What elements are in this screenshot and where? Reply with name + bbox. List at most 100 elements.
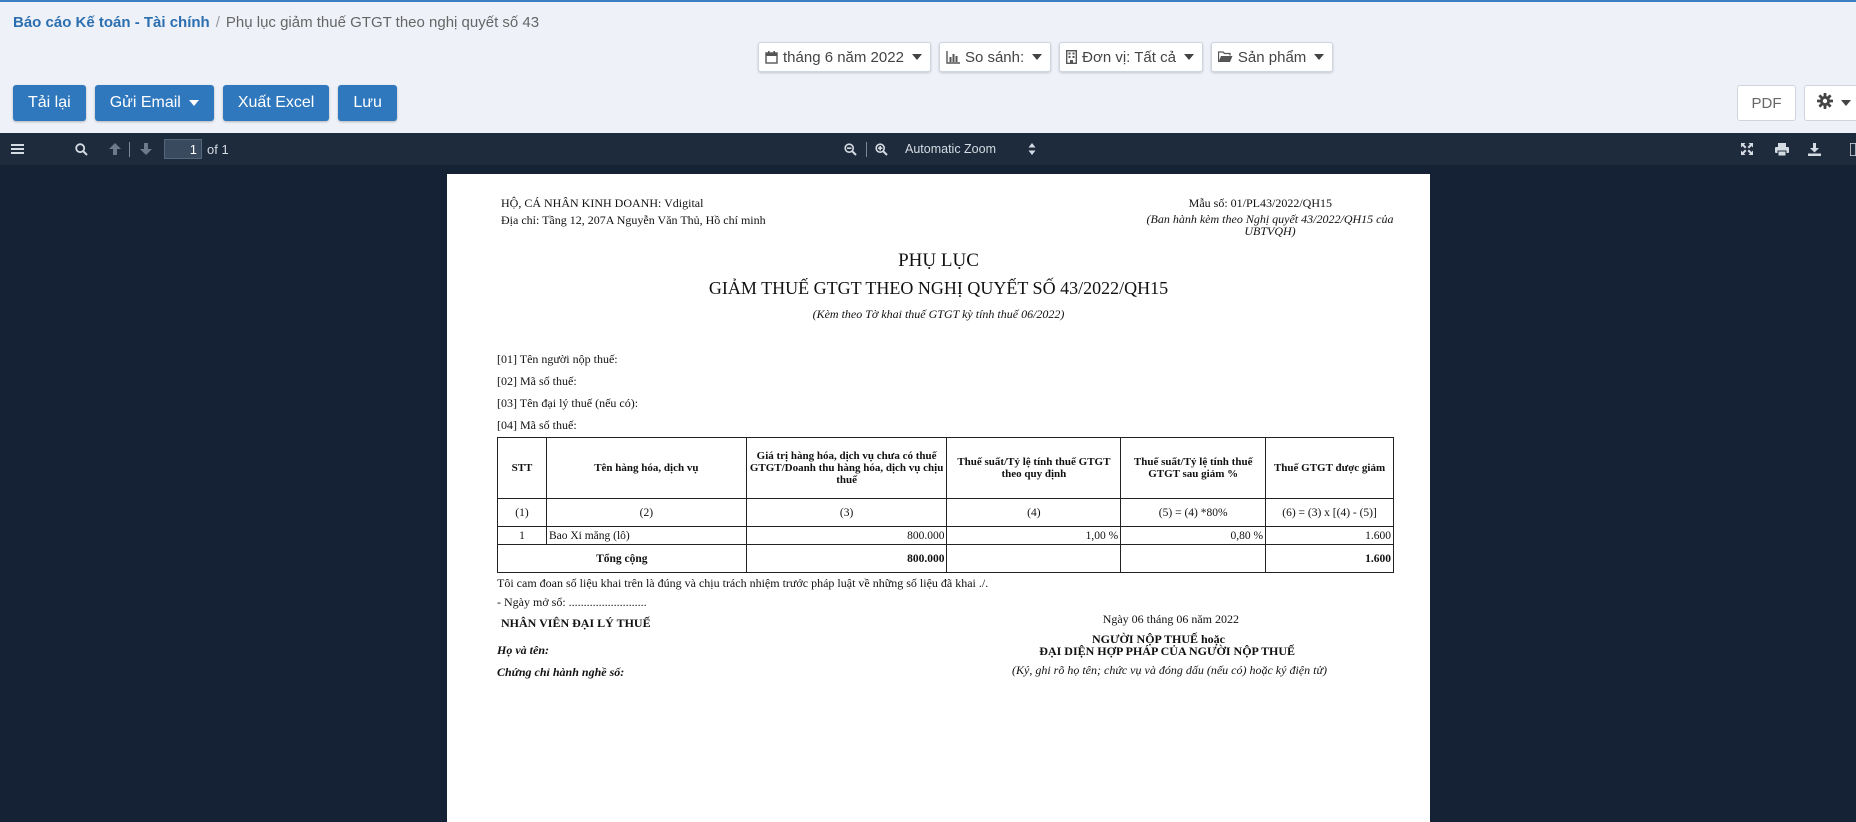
zoom-out-icon[interactable] bbox=[844, 133, 857, 165]
document-title-note: (Kèm theo Tờ khai thuế GTGT kỳ tính thuế… bbox=[812, 307, 1065, 321]
total-empty-cell bbox=[946, 544, 1122, 573]
field-tax-agent-name: [03] Tên đại lý thuế (nếu có): bbox=[497, 396, 639, 410]
document-form-note: (Ban hành kèm theo Nghị quyết 43/2022/QH… bbox=[1146, 212, 1394, 238]
settings-dropdown-button[interactable] bbox=[1804, 85, 1856, 121]
unit-filter[interactable]: Đơn vị: Tất cả bbox=[1059, 42, 1203, 72]
document-form-number: Mẫu số: 01/PL43/2022/QH15 bbox=[1188, 196, 1332, 210]
column-number-cell: (5) = (4) *80% bbox=[1120, 498, 1267, 527]
chevron-down-icon bbox=[1183, 54, 1194, 60]
presentation-mode-icon[interactable] bbox=[1741, 133, 1753, 165]
tax-reduction-table: STT Tên hàng hóa, dịch vụ Giá trị hàng h… bbox=[497, 437, 1394, 573]
column-number-cell: (3) bbox=[745, 498, 948, 527]
tools-menu-icon[interactable] bbox=[1850, 133, 1856, 165]
unit-filter-label: Đơn vị: Tất cả bbox=[1082, 48, 1176, 66]
taxpayer-title-line2: ĐẠI DIỆN HỢP PHÁP CỦA NGƯỜI NỘP THUẾ bbox=[1039, 644, 1295, 658]
select-arrows-icon bbox=[1028, 143, 1036, 155]
zoom-select-label: Automatic Zoom bbox=[905, 142, 997, 156]
table-header-row: STT Tên hàng hóa, dịch vụ Giá trị hàng h… bbox=[497, 437, 1394, 499]
open-date-line: - Ngày mở sổ: .......................... bbox=[497, 595, 647, 609]
table-header-cell: Tên hàng hóa, dịch vụ bbox=[545, 437, 747, 499]
field-agent-tax-code: [04] Mã số thuế: bbox=[497, 418, 577, 432]
send-email-button[interactable]: Gửi Email bbox=[94, 85, 214, 121]
full-name-label: Họ và tên: bbox=[497, 643, 549, 657]
compare-filter-label: So sánh: bbox=[964, 48, 1025, 66]
page-number-input[interactable]: 1 bbox=[164, 139, 202, 159]
tax-agent-title: NHÂN VIÊN ĐẠI LÝ THUẾ bbox=[501, 616, 651, 630]
next-page-icon[interactable] bbox=[140, 133, 152, 165]
document-subtitle: GIẢM THUẾ GTGT THEO NGHỊ QUYẾT SỐ 43/202… bbox=[708, 278, 1169, 298]
signature-note: (Ký, ghi rõ họ tên; chức vụ và đóng dấu … bbox=[1012, 663, 1327, 677]
print-icon[interactable] bbox=[1775, 133, 1789, 165]
breadcrumb-parent-link[interactable]: Báo cáo Kế toán - Tài chính bbox=[13, 14, 210, 31]
total-reduced-tax-cell: 1.600 bbox=[1265, 544, 1394, 573]
previous-page-icon[interactable] bbox=[109, 133, 121, 165]
row-item-name-cell: Bao Xi măng (lô) bbox=[545, 526, 747, 545]
pdf-button[interactable]: PDF bbox=[1737, 85, 1796, 121]
column-number-cell: (1) bbox=[497, 498, 547, 527]
building-icon bbox=[1066, 50, 1078, 64]
breadcrumb-separator: / bbox=[215, 14, 220, 31]
gear-icon bbox=[1817, 92, 1833, 114]
export-excel-button[interactable]: Xuất Excel bbox=[222, 85, 330, 121]
period-filter[interactable]: tháng 6 năm 2022 bbox=[758, 42, 931, 72]
send-email-label: Gửi Email bbox=[109, 94, 181, 111]
chevron-down-icon bbox=[1032, 54, 1043, 60]
table-header-cell: Thuế suất/Tỷ lệ tính thuế GTGT sau giảm … bbox=[1120, 437, 1267, 499]
table-header-cell: Thuế suất/Tỷ lệ tính thuế GTGT theo quy … bbox=[946, 437, 1122, 499]
chevron-down-icon bbox=[1841, 100, 1851, 106]
period-filter-label: tháng 6 năm 2022 bbox=[783, 48, 904, 66]
row-reduced-tax-cell: 1.600 bbox=[1265, 526, 1394, 545]
page-total-label: of 1 bbox=[207, 141, 229, 157]
sign-date: Ngày 06 tháng 06 năm 2022 bbox=[1102, 612, 1239, 626]
row-index-cell: 1 bbox=[497, 526, 547, 545]
table-header-cell: Giá trị hàng hóa, dịch vụ chưa có thuế G… bbox=[745, 437, 948, 499]
toolbar-divider bbox=[129, 142, 130, 157]
commitment-statement: Tôi cam đoan số liệu khai trên là đúng v… bbox=[497, 576, 989, 590]
filter-bar: tháng 6 năm 2022 So sánh: Đơn vị: Tất cả… bbox=[758, 42, 1334, 72]
table-total-row: Tổng cộng 800.000 1.600 bbox=[497, 544, 1394, 573]
action-toolbar: Tải lại Gửi Email Xuất Excel Lưu bbox=[13, 85, 397, 121]
table-header-cell: Thuế GTGT được giảm bbox=[1265, 437, 1394, 499]
total-label-cell: Tổng cộng bbox=[497, 544, 747, 573]
field-tax-code: [02] Mã số thuế: bbox=[497, 374, 577, 388]
folder-open-icon bbox=[1217, 51, 1233, 63]
pdf-viewer-area[interactable]: HỘ, CÁ NHÂN KINH DOANH: Vdigital Địa chỉ… bbox=[0, 165, 1856, 822]
row-reduced-rate-cell: 0,80 % bbox=[1120, 526, 1267, 545]
breadcrumb-current: Phụ lục giảm thuế GTGT theo nghị quyết s… bbox=[225, 14, 540, 31]
toolbar-divider bbox=[866, 142, 867, 157]
column-number-cell: (4) bbox=[946, 498, 1122, 527]
chevron-down-icon bbox=[911, 54, 922, 60]
breadcrumb: Báo cáo Kế toán - Tài chính / Phụ lục giảm… bbox=[13, 14, 539, 31]
table-column-number-row: (1) (2) (3) (4) (5) = (4) *80% (6) = (3)… bbox=[497, 498, 1394, 527]
document-title: PHỤ LỤC bbox=[898, 250, 979, 271]
calendar-icon bbox=[765, 50, 778, 64]
row-value-cell: 800.000 bbox=[745, 526, 948, 545]
column-number-cell: (2) bbox=[545, 498, 747, 527]
certificate-label: Chứng chỉ hành nghề số: bbox=[497, 665, 625, 679]
pdf-page: HỘ, CÁ NHÂN KINH DOANH: Vdigital Địa chỉ… bbox=[447, 174, 1430, 822]
product-filter-label: Sản phẩm bbox=[1237, 48, 1307, 66]
row-rate-cell: 1,00 % bbox=[946, 526, 1122, 545]
sidebar-toggle-icon[interactable] bbox=[11, 133, 24, 165]
bar-chart-icon bbox=[946, 50, 960, 64]
pdf-viewer-toolbar: 1 of 1 Automatic Zoom bbox=[0, 133, 1856, 165]
product-filter[interactable]: Sản phẩm bbox=[1210, 42, 1334, 72]
total-value-cell: 800.000 bbox=[745, 544, 948, 573]
table-row: 1 Bao Xi măng (lô) 800.000 1,00 % 0,80 %… bbox=[497, 526, 1394, 545]
top-accent-line bbox=[0, 0, 1856, 2]
column-number-cell: (6) = (3) x [(4) - (5)] bbox=[1265, 498, 1394, 527]
field-taxpayer-name: [01] Tên người nộp thuế: bbox=[497, 352, 618, 366]
chevron-down-icon bbox=[1314, 54, 1325, 60]
zoom-in-icon[interactable] bbox=[875, 133, 888, 165]
document-address: Địa chỉ: Tầng 12, 207A Nguyễn Văn Thủ, H… bbox=[501, 213, 766, 227]
total-empty-cell bbox=[1120, 544, 1267, 573]
zoom-select[interactable]: Automatic Zoom bbox=[905, 133, 1040, 165]
table-header-cell: STT bbox=[497, 437, 547, 499]
compare-filter[interactable]: So sánh: bbox=[938, 42, 1052, 72]
document-org-name: HỘ, CÁ NHÂN KINH DOANH: Vdigital bbox=[501, 196, 704, 210]
reload-button[interactable]: Tải lại bbox=[13, 85, 86, 121]
save-button[interactable]: Lưu bbox=[338, 85, 397, 121]
chevron-down-icon bbox=[188, 100, 199, 106]
download-icon[interactable] bbox=[1808, 133, 1821, 165]
search-icon[interactable] bbox=[75, 133, 88, 165]
